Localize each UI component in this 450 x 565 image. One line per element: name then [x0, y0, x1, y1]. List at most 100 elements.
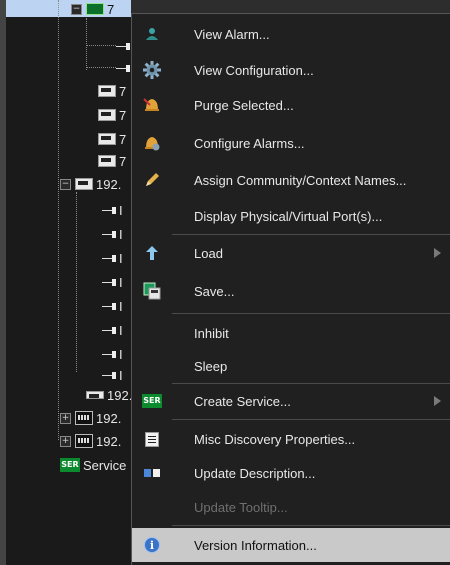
- tree-node-label: 7: [119, 153, 127, 169]
- tree-node-port[interactable]: I: [102, 297, 123, 315]
- tree-node-port[interactable]: I: [102, 201, 123, 219]
- upload-arrow-icon: [146, 246, 158, 260]
- port-icon: [102, 302, 116, 310]
- port-icon: [102, 254, 116, 262]
- menu-item-label: Save...: [194, 283, 235, 299]
- tree-node-port[interactable]: I: [102, 273, 123, 291]
- host-icon: [75, 411, 93, 425]
- menu-item-label: Display Physical/Virtual Port(s)...: [194, 208, 383, 224]
- menu-item-update-tooltip[interactable]: Update Tooltip...: [132, 490, 450, 524]
- network-tree[interactable]: − 7 7 7 7 7 − 192. I I I I I I I I 192. …: [0, 0, 131, 565]
- device-icon: [98, 155, 116, 167]
- port-icon: [102, 350, 116, 358]
- tree-node-label: I: [119, 250, 123, 266]
- tree-node-label: I: [119, 322, 123, 338]
- menu-item-purge-selected[interactable]: Purge Selected...: [132, 88, 450, 122]
- tree-node-service[interactable]: SER Service: [60, 456, 126, 474]
- port-icon: [102, 206, 116, 214]
- menu-item-inhibit[interactable]: Inhibit: [132, 316, 450, 350]
- tree-node-label: 7: [119, 107, 127, 123]
- tree-node-port[interactable]: [116, 59, 130, 77]
- expand-toggle-icon[interactable]: +: [60, 435, 71, 447]
- expand-toggle-icon[interactable]: +: [60, 412, 71, 424]
- tree-guide-line: [58, 0, 59, 440]
- menu-item-save[interactable]: Save...: [132, 274, 450, 308]
- bell-config-icon: [145, 137, 160, 151]
- application-window: − 7 7 7 7 7 − 192. I I I I I I I I 192. …: [0, 0, 450, 565]
- menu-item-label: Update Tooltip...: [194, 499, 288, 515]
- submenu-arrow-icon: [434, 248, 441, 258]
- collapse-toggle-icon[interactable]: −: [60, 178, 71, 190]
- menu-item-label: Load: [194, 245, 223, 261]
- menu-item-misc-discovery[interactable]: Misc Discovery Properties...: [132, 422, 450, 456]
- menu-item-label: Update Description...: [194, 465, 316, 481]
- tree-node-port[interactable]: I: [102, 321, 123, 339]
- menu-item-label: Misc Discovery Properties...: [194, 431, 356, 447]
- tree-node-device[interactable]: 7: [98, 106, 126, 124]
- menu-item-label: View Configuration...: [194, 62, 314, 78]
- tree-node-host[interactable]: + 192.: [60, 409, 121, 427]
- tree-node-device[interactable]: 7: [98, 152, 126, 170]
- collapse-toggle-icon[interactable]: −: [71, 3, 82, 15]
- tree-node-label: I: [119, 274, 123, 290]
- device-icon: [98, 85, 116, 97]
- menu-item-label: Version Information...: [194, 537, 317, 553]
- tree-node-label: 7: [119, 83, 127, 99]
- menu-item-label: Assign Community/Context Names...: [194, 172, 407, 188]
- tree-node-label: I: [119, 346, 123, 362]
- device-icon: [98, 133, 116, 145]
- menu-item-update-description[interactable]: Update Description...: [132, 456, 450, 490]
- save-disk-icon: [143, 282, 161, 300]
- description-icon: [144, 469, 160, 477]
- tree-node-label: Service: [83, 457, 127, 473]
- menu-item-create-service[interactable]: SER Create Service...: [132, 384, 450, 418]
- menu-item-label: Purge Selected...: [194, 97, 294, 113]
- menu-separator: [172, 525, 450, 526]
- tree-node-port[interactable]: I: [102, 249, 123, 267]
- tree-node-host[interactable]: − 192.: [60, 175, 121, 193]
- host-icon: [75, 434, 93, 448]
- menu-item-label: Inhibit: [194, 325, 229, 341]
- tree-guide-line: [86, 18, 87, 70]
- port-icon: [116, 42, 130, 50]
- tree-node-label: I: [119, 226, 123, 242]
- menu-item-configure-alarms[interactable]: Configure Alarms...: [132, 126, 450, 160]
- tree-branch-line: [86, 45, 116, 46]
- service-icon: SER: [60, 458, 80, 472]
- tree-node-device[interactable]: 7: [98, 130, 126, 148]
- port-icon: [102, 278, 116, 286]
- menu-item-display-ports[interactable]: Display Physical/Virtual Port(s)...: [132, 199, 450, 233]
- tree-selected-row[interactable]: − 7: [6, 0, 131, 17]
- tree-node-port[interactable]: I: [102, 225, 123, 243]
- tree-node-device[interactable]: 7: [98, 82, 126, 100]
- tree-node-label: 192.: [96, 433, 122, 449]
- tree-node-label: I: [119, 367, 123, 383]
- service-icon: SER: [142, 394, 162, 408]
- submenu-arrow-icon: [434, 396, 441, 406]
- context-menu: View Alarm... View Configuration... Purg…: [131, 13, 450, 565]
- tree-node-port[interactable]: I: [102, 345, 123, 363]
- menu-item-assign-community[interactable]: Assign Community/Context Names...: [132, 163, 450, 197]
- port-icon: [116, 64, 130, 72]
- menu-item-label: Create Service...: [194, 393, 291, 409]
- properties-doc-icon: [145, 431, 159, 447]
- tree-node-label: I: [119, 298, 123, 314]
- info-icon: i: [144, 537, 160, 553]
- menu-item-load[interactable]: Load: [132, 236, 450, 270]
- tree-node-port[interactable]: I: [102, 366, 123, 384]
- menu-item-view-configuration[interactable]: View Configuration...: [132, 53, 450, 87]
- port-icon: [102, 326, 116, 334]
- menu-item-view-alarm[interactable]: View Alarm...: [132, 17, 450, 51]
- device-icon: [98, 109, 116, 121]
- menu-item-version-information[interactable]: i Version Information...: [132, 528, 450, 562]
- tree-node-label: 192.: [107, 387, 131, 403]
- tree-node-label: 7: [119, 131, 127, 147]
- tree-node-host[interactable]: 192.: [86, 386, 131, 404]
- tree-node-label: I: [119, 202, 123, 218]
- tree-node-label: 192.: [96, 176, 122, 192]
- tree-node-host[interactable]: + 192.: [60, 432, 121, 450]
- menu-item-label: Sleep: [194, 358, 228, 374]
- tree-node-port[interactable]: [116, 37, 130, 55]
- pencil-icon: [146, 173, 159, 186]
- menu-item-sleep[interactable]: Sleep: [132, 349, 450, 383]
